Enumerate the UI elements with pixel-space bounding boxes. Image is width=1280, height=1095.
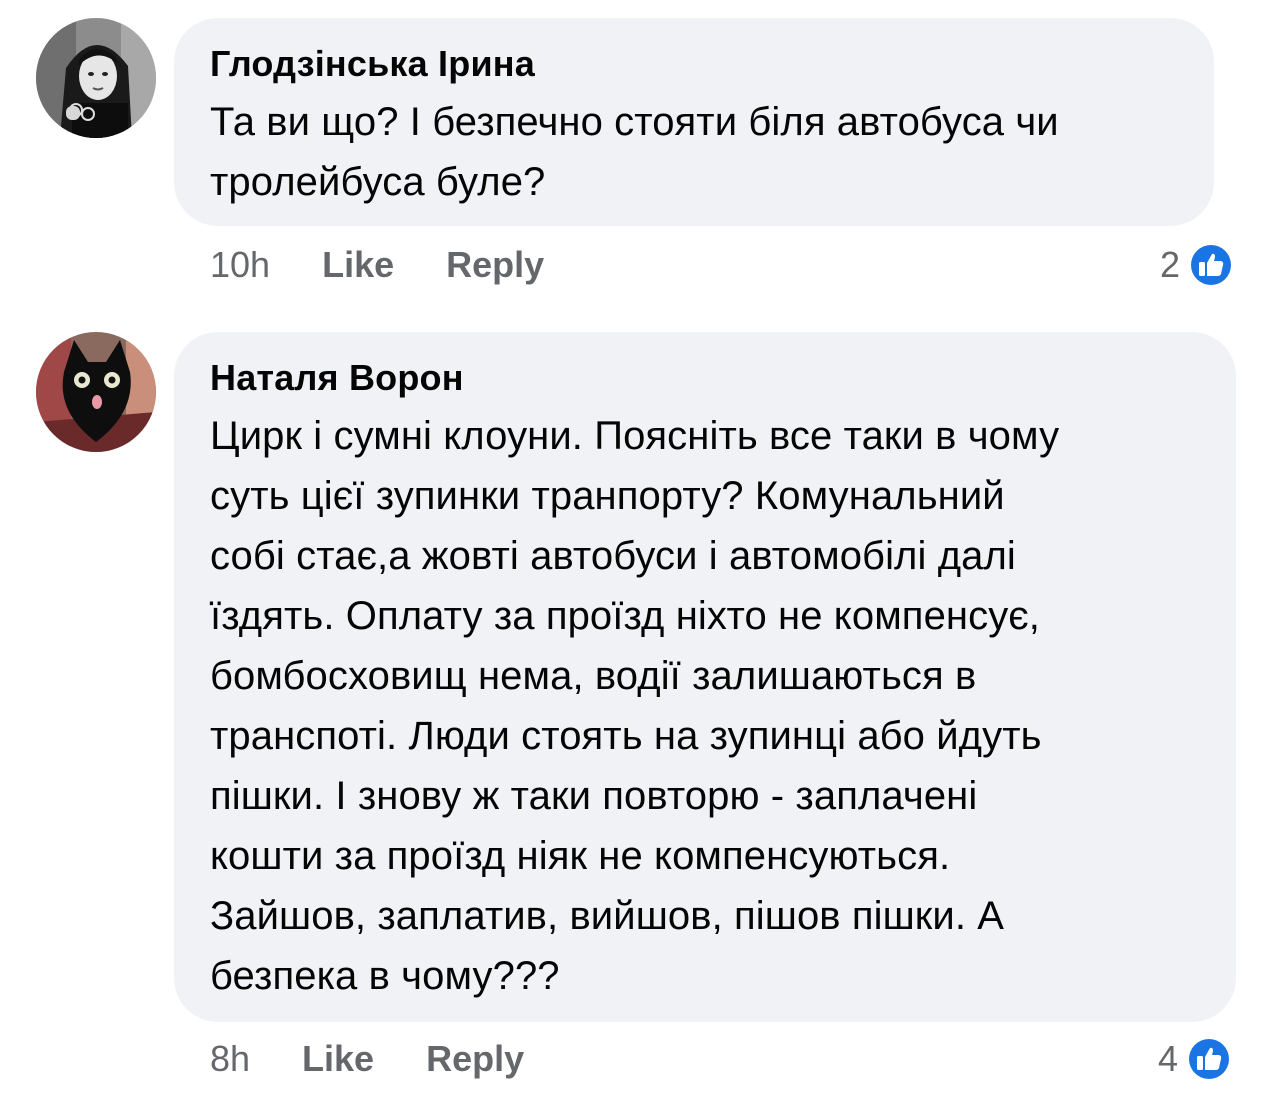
reaction-count: 4 [1158, 1038, 1179, 1079]
comment-author[interactable]: Наталя Ворон [210, 356, 1200, 400]
thumbs-up-icon [1189, 243, 1234, 287]
comment-text: Цирк і сумні клоуни. Поясніть все таки в… [210, 414, 1060, 998]
comment-text: Та ви що? І безпечно стояти біля автобус… [210, 100, 1059, 204]
comment-timestamp[interactable]: 10h [210, 244, 270, 286]
reaction-count: 2 [1160, 244, 1181, 285]
comment-author[interactable]: Глодзінська Ірина [210, 42, 1178, 86]
avatar[interactable] [36, 18, 156, 138]
reaction-summary[interactable]: 2 [1160, 240, 1234, 290]
reply-button[interactable]: Reply [426, 1038, 524, 1080]
thumbs-up-icon [1187, 1037, 1232, 1081]
comment-timestamp[interactable]: 8h [210, 1038, 250, 1080]
comment-bubble: Глодзінська Ірина Та ви що? І безпечно с… [174, 18, 1214, 226]
comments-thread: Глодзінська Ірина Та ви що? І безпечно с… [0, 0, 1280, 1095]
reaction-summary[interactable]: 4 [1158, 1034, 1232, 1084]
avatar[interactable] [36, 332, 156, 452]
comment-bubble: Наталя Ворон Цирк і сумні клоуни. Поясні… [174, 332, 1236, 1022]
like-button[interactable]: Like [322, 244, 394, 286]
like-button[interactable]: Like [302, 1038, 374, 1080]
woman-portrait-avatar-image [36, 18, 156, 138]
comment-actions: 10h Like Reply [210, 240, 544, 290]
comment-actions: 8h Like Reply [210, 1034, 524, 1084]
reply-button[interactable]: Reply [446, 244, 544, 286]
black-cat-avatar-image [36, 332, 156, 452]
